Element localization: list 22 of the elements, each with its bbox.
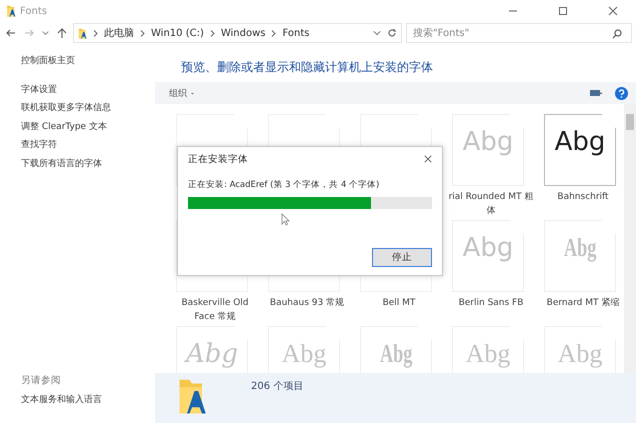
font-sample-text: Abg bbox=[462, 127, 514, 157]
font-name: Bauhaus 93 常规 bbox=[268, 296, 346, 310]
font-sample-text: Abg bbox=[554, 127, 606, 157]
page-heading: 预览、删除或者显示和隐藏计算机上安装的字体 bbox=[180, 59, 434, 76]
font-name: Bahnschrift bbox=[556, 191, 610, 204]
dialog-title: 正在安装字体 bbox=[188, 152, 248, 166]
window-title: Fonts bbox=[20, 6, 48, 16]
font-name: rial Rounded MT 粗体 bbox=[448, 191, 534, 218]
font-name: Baskerville Old Face 常规 bbox=[180, 297, 250, 324]
font-sample-text: Abg bbox=[462, 233, 514, 263]
font-sample-text: Abg bbox=[466, 339, 510, 369]
font-name: Berlin Sans FB bbox=[458, 297, 524, 310]
font-name: Bernard MT 紧缩 bbox=[546, 296, 620, 310]
font-sample-text: Abg bbox=[564, 233, 596, 263]
sidebar-section-title: 另请参阅 bbox=[21, 374, 62, 388]
font-sample-text: Abg bbox=[282, 339, 326, 369]
font-name: Bell MT bbox=[382, 297, 416, 310]
font-sample-text: Abg bbox=[186, 339, 238, 369]
font-sample-text: Abg bbox=[380, 339, 412, 369]
font-sample-text: Abg bbox=[558, 339, 602, 369]
install-status-text: 正在安装: AcadEref (第 3 个字体，共 4 个字体) bbox=[188, 179, 380, 191]
item-count: 206 个项目 bbox=[251, 380, 304, 393]
